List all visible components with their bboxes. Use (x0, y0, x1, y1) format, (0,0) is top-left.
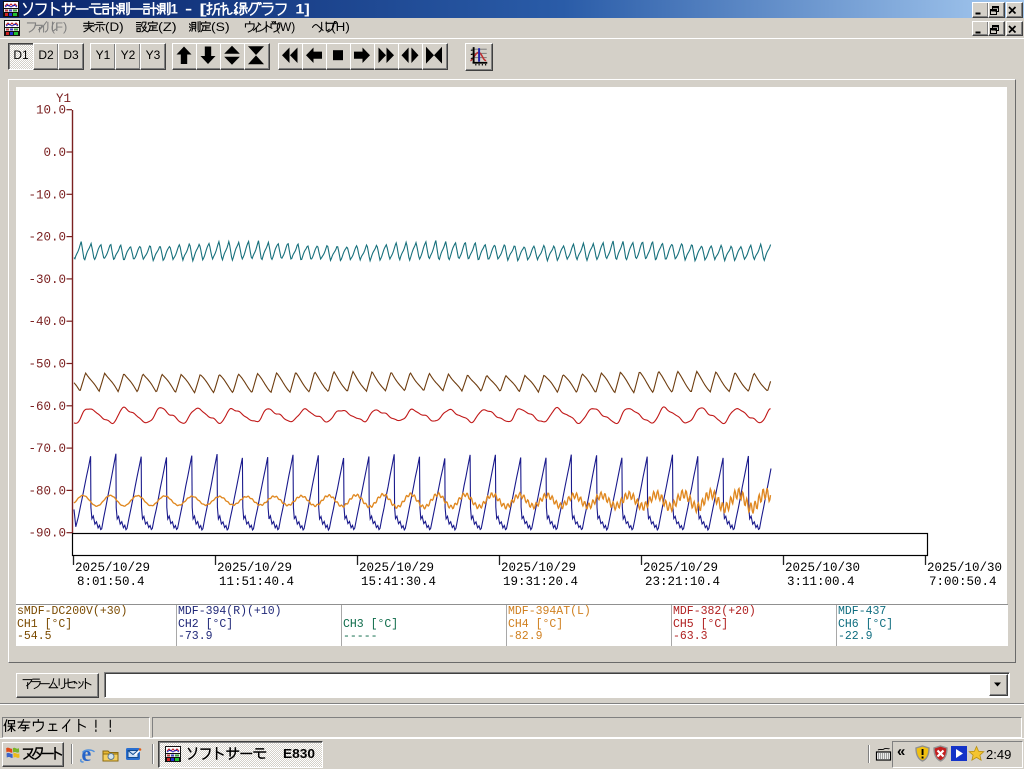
svg-text:E830: E830 (283, 747, 315, 761)
svg-text:-20.0: -20.0 (28, 231, 66, 245)
svg-text:-30.0: -30.0 (28, 273, 66, 287)
svg-text:1: 1 (171, 2, 179, 17)
svg-text:-10.0: -10.0 (28, 188, 66, 202)
svg-text:2025/10/29: 2025/10/29 (359, 561, 434, 575)
svg-text:11:51:40.4: 11:51:40.4 (219, 575, 294, 589)
svg-text:2025/10/30: 2025/10/30 (785, 561, 860, 575)
svg-text:-40.0: -40.0 (28, 315, 66, 329)
svg-text:(S): (S) (211, 22, 230, 34)
svg-text:2025/10/29: 2025/10/29 (643, 561, 718, 575)
svg-text:15:41:30.4: 15:41:30.4 (361, 575, 436, 589)
svg-text:(H): (H) (331, 22, 350, 34)
svg-text:1]: 1] (295, 2, 309, 17)
svg-text:7:00:50.4: 7:00:50.4 (929, 575, 997, 589)
svg-text:(F): (F) (51, 22, 68, 34)
svg-text:-50.0: -50.0 (28, 358, 66, 372)
svg-text:3:11:00.4: 3:11:00.4 (787, 575, 855, 589)
svg-text:(W): (W) (276, 22, 295, 34)
svg-text:(D): (D) (105, 22, 124, 34)
svg-text:-90.0: -90.0 (28, 527, 66, 541)
svg-text:[: [ (199, 2, 207, 17)
svg-text:2025/10/30: 2025/10/30 (927, 561, 1002, 575)
svg-text:2025/10/29: 2025/10/29 (501, 561, 576, 575)
svg-text:(Z): (Z) (158, 22, 177, 34)
svg-text:23:21:10.4: 23:21:10.4 (645, 575, 720, 589)
svg-text:8:01:50.4: 8:01:50.4 (77, 575, 145, 589)
svg-text:-: - (185, 2, 192, 17)
svg-text:-80.0: -80.0 (28, 484, 66, 498)
svg-text:19:31:20.4: 19:31:20.4 (503, 575, 578, 589)
svg-text:2025/10/29: 2025/10/29 (75, 561, 150, 575)
svg-text:Y1: Y1 (56, 92, 71, 106)
svg-text:0.0: 0.0 (43, 146, 66, 160)
svg-text:-60.0: -60.0 (28, 400, 66, 414)
svg-text:-70.0: -70.0 (28, 442, 66, 456)
svg-text:2025/10/29: 2025/10/29 (217, 561, 292, 575)
